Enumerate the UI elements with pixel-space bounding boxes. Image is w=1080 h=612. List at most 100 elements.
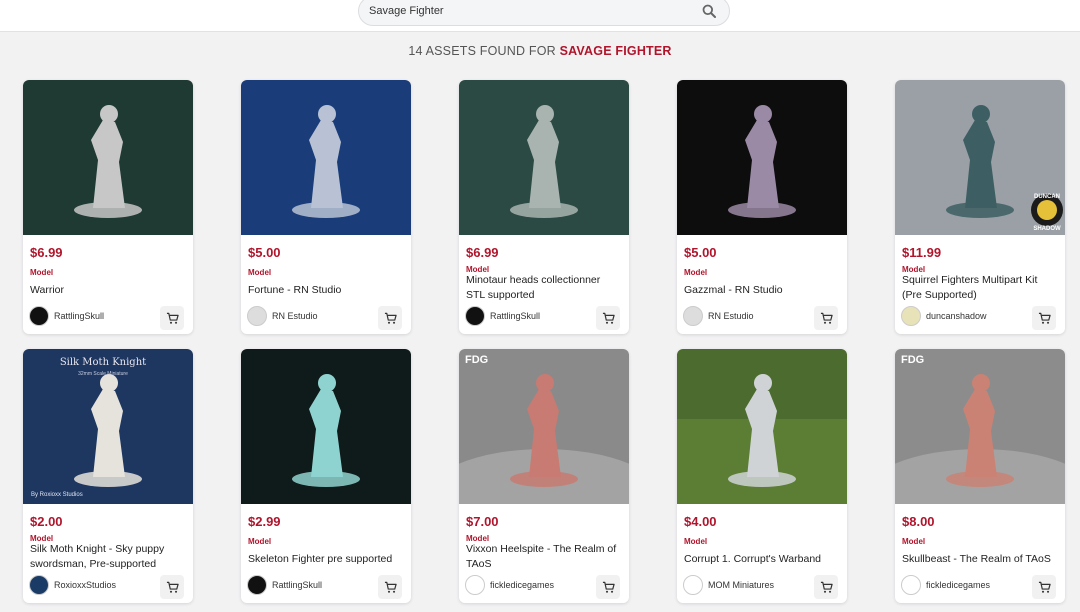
seller-avatar [247,306,267,326]
product-price: $4.00 [684,514,717,529]
corrupt-warband-image[interactable] [677,349,847,504]
seller[interactable]: RattlingSkull [247,575,322,595]
cart-icon [1038,312,1051,325]
product-type: Model [248,537,272,546]
seller-name[interactable]: RN Estudio [272,311,318,321]
seller[interactable]: RattlingSkull [465,306,540,326]
seller-name[interactable]: RattlingSkull [54,311,104,321]
product-thumbnail[interactable]: FDG [459,349,629,504]
product-price: $5.00 [248,245,281,260]
product-card[interactable]: Silk Moth Knight 32mm Scale Miniature By R… [23,349,193,603]
product-thumbnail[interactable] [241,349,411,504]
seller[interactable]: RN Estudio [247,306,318,326]
product-price: $2.99 [248,514,281,529]
cart-icon [602,581,615,594]
product-card[interactable]: FDG $7.00 Model Vixxon Heelspite - The Real… [459,349,629,603]
seller-name[interactable]: duncanshadow [926,311,987,321]
fortune-miniature-image[interactable] [241,80,411,235]
silk-moth-title: Silk Moth Knight [60,357,146,368]
duncanshadow-logo: DUNCAN SHADOW [1031,194,1063,232]
product-price: $8.00 [902,514,935,529]
squirrel-kit-image[interactable]: DUNCAN SHADOW [895,80,1065,235]
product-thumbnail[interactable]: DUNCAN SHADOW [895,80,1065,235]
skeleton-fighter-image[interactable] [241,349,411,504]
product-name[interactable]: Gazzmal - RN Studio [684,283,840,298]
results-summary: 14 ASSETS FOUND FOR SAVAGE FIGHTER [0,44,1080,58]
seller-avatar [683,306,703,326]
product-card[interactable]: $2.99 Model Skeleton Fighter pre supported… [241,349,411,603]
add-to-cart-button[interactable] [1032,575,1056,599]
add-to-cart-button[interactable] [596,575,620,599]
product-name[interactable]: Silk Moth Knight - Sky puppy swordsman, … [30,542,186,572]
seller-name[interactable]: RattlingSkull [490,311,540,321]
product-name[interactable]: Squirrel Fighters Multipart Kit (Pre Sup… [902,273,1058,303]
search-input[interactable] [369,5,701,17]
seller-avatar [465,306,485,326]
product-thumbnail[interactable] [23,80,193,235]
seller-avatar [901,306,921,326]
seller[interactable]: duncanshadow [901,306,987,326]
product-name[interactable]: Minotaur heads collectionner STL support… [466,273,622,303]
product-thumbnail[interactable]: Silk Moth Knight 32mm Scale Miniature By R… [23,349,193,504]
product-name[interactable]: Skeleton Fighter pre supported [248,552,404,567]
warrior-miniature-image[interactable] [23,80,193,235]
seller-avatar [29,306,49,326]
duncan-logo-top: DUNCAN [1034,194,1060,200]
product-card[interactable]: $5.00 Model Gazzmal - RN Studio RN Estudio [677,80,847,334]
product-thumbnail[interactable] [241,80,411,235]
add-to-cart-button[interactable] [814,575,838,599]
silk-moth-knight-image[interactable]: Silk Moth Knight 32mm Scale Miniature By R… [23,349,193,504]
product-thumbnail[interactable]: FDG [895,349,1065,504]
seller[interactable]: fickledicegames [901,575,990,595]
add-to-cart-button[interactable] [160,575,184,599]
seller[interactable]: RattlingSkull [29,306,104,326]
add-to-cart-button[interactable] [814,306,838,330]
results-count: 14 ASSETS FOUND FOR [408,44,556,58]
seller[interactable]: RN Estudio [683,306,754,326]
product-card[interactable]: $6.99 Model Warrior RattlingSkull [23,80,193,334]
seller-name[interactable]: RattlingSkull [272,580,322,590]
search-box[interactable] [358,0,730,26]
product-card[interactable]: DUNCAN SHADOW $11.99 Model Squirrel Fighters… [895,80,1065,334]
product-grid: $6.99 Model Warrior RattlingSkull $5.00 Model… [23,80,1065,603]
cart-icon [820,312,833,325]
add-to-cart-button[interactable] [596,306,620,330]
seller-avatar [247,575,267,595]
product-card[interactable]: $6.99 Model Minotaur heads collectionner S… [459,80,629,334]
product-name[interactable]: Warrior [30,283,186,298]
product-card[interactable]: $4.00 Model Corrupt 1. Corrupt's Warband MO… [677,349,847,603]
seller-name[interactable]: fickledicegames [926,580,990,590]
seller[interactable]: fickledicegames [465,575,554,595]
silk-moth-sub: 32mm Scale Miniature [78,371,128,377]
seller[interactable]: RoxioxxStudios [29,575,116,595]
search-icon[interactable] [701,3,717,19]
seller-name[interactable]: MOM Miniatures [708,580,774,590]
product-thumbnail[interactable] [677,80,847,235]
skullbeast-image[interactable]: FDG [895,349,1065,504]
product-name[interactable]: Corrupt 1. Corrupt's Warband [684,552,840,567]
add-to-cart-button[interactable] [1032,306,1056,330]
product-type: Model [684,268,708,277]
cart-icon [820,581,833,594]
product-name[interactable]: Skullbeast - The Realm of TAoS [902,552,1058,567]
product-name[interactable]: Fortune - RN Studio [248,283,404,298]
cart-icon [166,312,179,325]
fdg-logo: FDG [465,354,488,366]
product-card[interactable]: FDG $8.00 Model Skullbeast - The Realm of T… [895,349,1065,603]
product-name[interactable]: Vixxon Heelspite - The Realm of TAoS [466,542,622,572]
vixxon-heelspite-image[interactable]: FDG [459,349,629,504]
add-to-cart-button[interactable] [378,306,402,330]
product-thumbnail[interactable] [677,349,847,504]
seller-name[interactable]: RN Estudio [708,311,754,321]
add-to-cart-button[interactable] [160,306,184,330]
seller-avatar [683,575,703,595]
seller[interactable]: MOM Miniatures [683,575,774,595]
product-thumbnail[interactable] [459,80,629,235]
seller-name[interactable]: fickledicegames [490,580,554,590]
gazzmal-miniature-image[interactable] [677,80,847,235]
minotaur-heads-image[interactable] [459,80,629,235]
add-to-cart-button[interactable] [378,575,402,599]
product-card[interactable]: $5.00 Model Fortune - RN Studio RN Estudio [241,80,411,334]
product-type: Model [248,268,272,277]
seller-name[interactable]: RoxioxxStudios [54,580,116,590]
